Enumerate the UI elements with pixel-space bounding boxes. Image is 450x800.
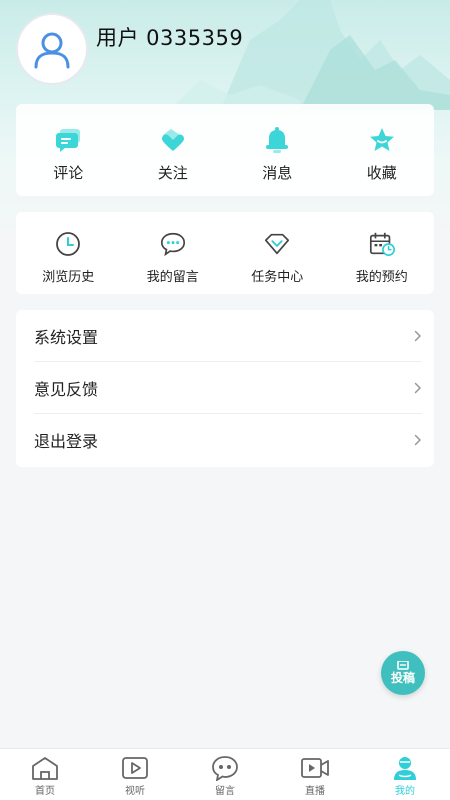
follow-icon (159, 126, 187, 154)
features-card: 浏览历史 我的留言 任务中心 我的预约 (16, 212, 434, 294)
avatar[interactable] (16, 13, 88, 85)
favorites-label: 收藏 (366, 164, 397, 182)
task-center-button[interactable]: 任务中心 (225, 212, 330, 294)
username: 用户 0335359 (96, 26, 244, 50)
history-button[interactable]: 浏览历史 (16, 212, 121, 294)
logout-item[interactable]: 退出登录 (34, 414, 422, 466)
star-icon (368, 126, 396, 154)
my-messages-button[interactable]: 我的留言 (121, 212, 226, 294)
system-settings-item[interactable]: 系统设置 (34, 310, 422, 362)
profile-icon (394, 757, 416, 780)
tab-mine-label: 我的 (395, 786, 415, 797)
my-reservations-label: 我的预约 (355, 270, 408, 285)
message-icon (159, 230, 187, 258)
tab-mine[interactable]: 我的 (360, 749, 450, 800)
contribute-button[interactable]: 投稿 (381, 651, 425, 695)
live-camera-icon (301, 758, 329, 778)
tab-home-label: 首页 (35, 786, 55, 797)
comment-icon (54, 126, 82, 154)
list-item-label: 退出登录 (34, 432, 99, 451)
tab-video-label: 视听 (125, 786, 145, 797)
user-avatar-icon (34, 32, 70, 69)
task-center-label: 任务中心 (251, 270, 304, 285)
follow-button[interactable]: 关注 (121, 104, 226, 196)
tab-video[interactable]: 视听 (90, 749, 180, 800)
list-item-label: 系统设置 (34, 327, 99, 347)
comment-button[interactable]: 评论 (16, 104, 121, 196)
contribute-label: 投稿 (390, 670, 415, 685)
comment-label: 评论 (53, 164, 84, 182)
video-play-icon (122, 757, 148, 779)
message-label: 消息 (262, 164, 293, 182)
quick-actions-card: 评论 关注 消息 收藏 (16, 104, 434, 196)
history-label: 浏览历史 (42, 270, 95, 285)
bottom-tab-bar: 首页 视听 留言 直播 我的 (0, 748, 450, 800)
my-reservations-button[interactable]: 我的预约 (330, 212, 435, 294)
my-messages-label: 我的留言 (146, 270, 199, 285)
tab-comments-label: 留言 (215, 786, 235, 797)
chat-bubble-icon (212, 756, 238, 781)
tab-comments[interactable]: 留言 (180, 749, 270, 800)
favorites-button[interactable]: 收藏 (330, 104, 435, 196)
tab-live-label: 直播 (305, 786, 325, 797)
calendar-icon (368, 230, 396, 258)
home-icon (32, 757, 58, 780)
chevron-right-icon (414, 382, 422, 393)
follow-label: 关注 (157, 164, 188, 182)
settings-list: 系统设置 意见反馈 退出登录 (16, 310, 434, 467)
feedback-item[interactable]: 意见反馈 (34, 362, 422, 414)
list-item-label: 意见反馈 (34, 379, 99, 399)
tab-home[interactable]: 首页 (0, 749, 90, 800)
clock-icon (54, 230, 82, 258)
task-icon (263, 230, 291, 258)
chevron-right-icon (414, 434, 422, 446)
message-button[interactable]: 消息 (225, 104, 330, 196)
bell-icon (263, 126, 291, 154)
chevron-right-icon (414, 330, 422, 341)
profile-header: 用户 0335359 (16, 13, 244, 85)
tab-live[interactable]: 直播 (270, 749, 360, 800)
